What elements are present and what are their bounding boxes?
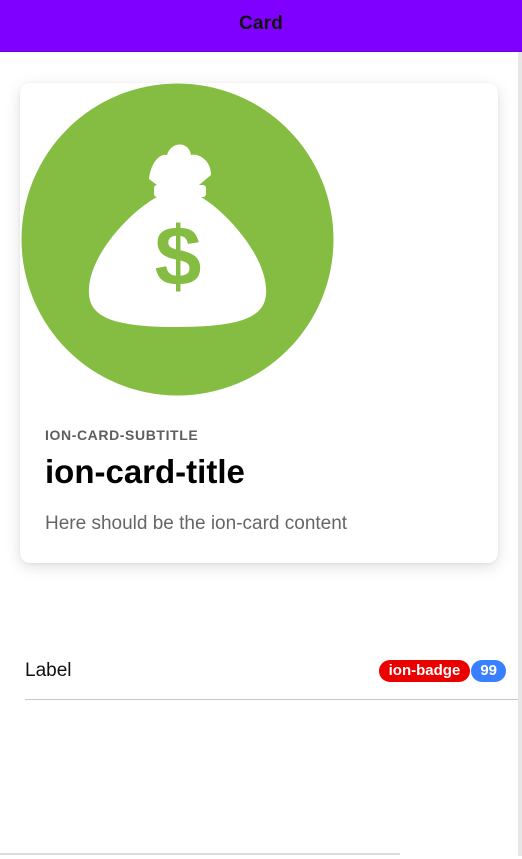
- content-area[interactable]: $ ion-card-subtitle ion-card-title Here …: [0, 52, 522, 856]
- app-root: Card $ ion-card-subtitle ion-card-title …: [0, 0, 522, 859]
- card[interactable]: $ ion-card-subtitle ion-card-title Here …: [20, 83, 498, 563]
- badge-count: 99: [471, 660, 506, 682]
- page-title: Card: [238, 12, 284, 34]
- badge-group: ion-badge 99: [378, 660, 506, 682]
- money-bag-dollar-icon: $: [21, 83, 334, 396]
- card-content: Here should be the ion-card content: [45, 513, 348, 534]
- badge-danger: ion-badge: [378, 660, 471, 682]
- item-label: Label: [25, 660, 72, 681]
- card-subtitle: ion-card-subtitle: [45, 427, 199, 443]
- card-title: ion-card-title: [45, 453, 245, 490]
- horizontal-scrollbar[interactable]: [0, 853, 400, 855]
- header-toolbar: Card: [0, 0, 522, 52]
- list-item[interactable]: Label ion-badge 99: [25, 646, 518, 700]
- card-header: ion-card-subtitle ion-card-title: [45, 427, 478, 491]
- money-bag-neck: [154, 185, 206, 197]
- dollar-sign: $: [155, 209, 202, 303]
